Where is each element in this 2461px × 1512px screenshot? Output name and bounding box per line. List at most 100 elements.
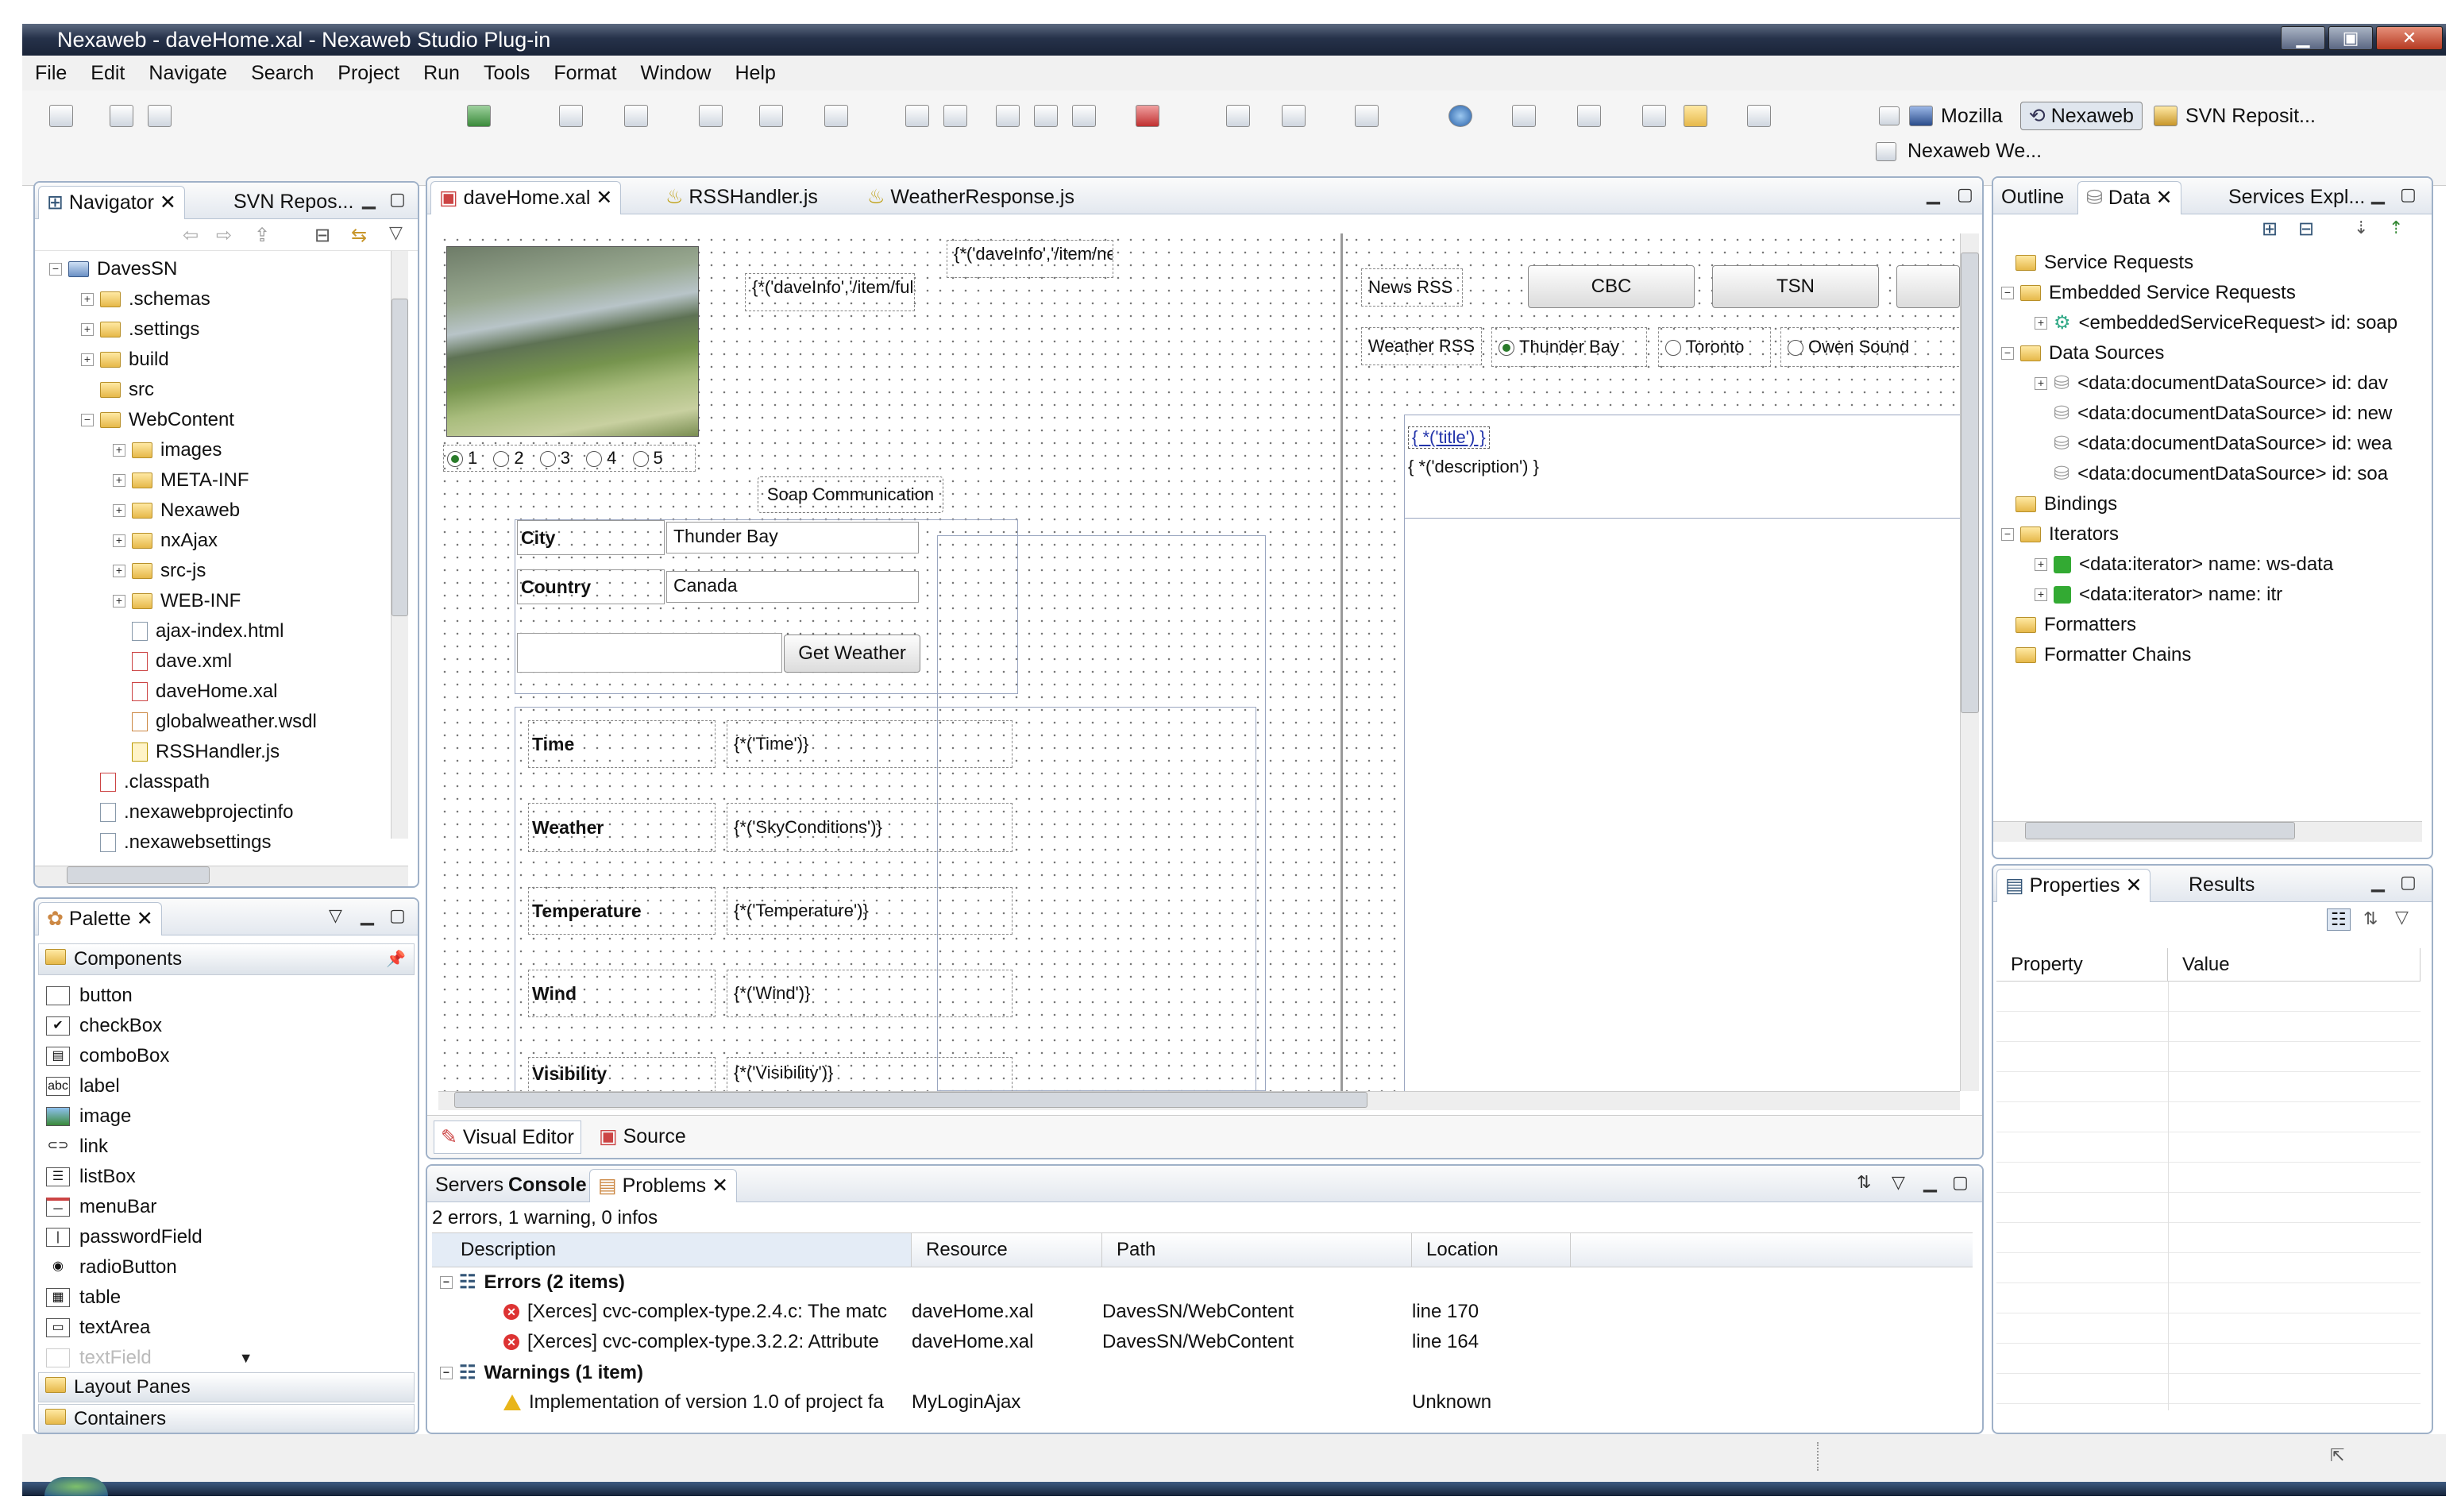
tree-item[interactable]: + <data:iterator> name: ws-data	[2035, 550, 2333, 580]
menu-search[interactable]: Search	[251, 62, 314, 85]
view-menu-icon[interactable]: ▽	[1892, 1172, 1905, 1193]
perspective-mozilla[interactable]: Mozilla	[1941, 105, 2003, 128]
rss-title-link[interactable]: { *('title') }	[1408, 426, 1490, 449]
new-icon[interactable]	[49, 105, 73, 127]
link-editor-icon[interactable]: ⇆	[351, 224, 367, 247]
palette-item-button[interactable]: button	[46, 985, 133, 1007]
tree-item[interactable]: dave.xml	[132, 646, 232, 677]
tab-services-explorer[interactable]: Services Expl...	[2220, 181, 2373, 214]
tab-weatherresponse-js[interactable]: ♨ WeatherResponse.js	[859, 181, 1082, 214]
tab-svn-repos[interactable]: SVN Repos...	[226, 186, 361, 219]
tab-servers[interactable]: Servers	[427, 1169, 511, 1202]
close-icon[interactable]: ✕	[2125, 874, 2142, 897]
tree-item[interactable]: + build	[81, 345, 169, 375]
menu-edit[interactable]: Edit	[91, 62, 125, 85]
paste-icon[interactable]	[1072, 105, 1096, 127]
minimize-icon[interactable]: ▁	[1927, 184, 1940, 205]
perspective-nexaweb-web[interactable]: Nexaweb We...	[1907, 140, 2042, 163]
palette-item-table[interactable]: ▦ table	[46, 1286, 121, 1309]
country-input[interactable]: Canada	[666, 571, 919, 603]
view-menu-icon[interactable]: ▽	[389, 222, 403, 243]
more-news-button[interactable]	[1896, 265, 1960, 308]
tree-item[interactable]: − Embedded Service Requests	[2001, 278, 2296, 308]
menu-format[interactable]: Format	[554, 62, 616, 85]
result-field[interactable]	[517, 633, 782, 673]
radio-toronto[interactable]: Toronto	[1658, 327, 1771, 367]
pin-icon[interactable]	[1282, 105, 1306, 127]
tab-console[interactable]: Console	[500, 1169, 595, 1202]
view-menu-icon[interactable]: ▽	[329, 905, 342, 926]
rectangle-icon[interactable]	[624, 105, 648, 127]
tree-item[interactable]: Service Requests	[2015, 248, 2193, 278]
tab-rsshandler-js[interactable]: ♨ RSSHandler.js	[658, 181, 826, 214]
radio-thunder-bay[interactable]: Thunder Bay	[1491, 327, 1647, 367]
binding-label-1[interactable]: {*('daveInfo','/item/ne	[947, 240, 1113, 278]
tree-item[interactable]: + .settings	[81, 314, 199, 345]
minimize-icon[interactable]: ▁	[2371, 872, 2385, 893]
distribute-icon[interactable]	[824, 105, 848, 127]
tree-item[interactable]: + src-js	[113, 556, 206, 586]
tsn-button[interactable]: TSN	[1712, 265, 1879, 308]
tab-properties[interactable]: ▤ Properties ✕	[1996, 869, 2151, 902]
tab-navigator[interactable]: ⊞ Navigator ✕	[38, 186, 185, 219]
palette-item-checkbox[interactable]: ✔ checkBox	[46, 1015, 162, 1037]
get-weather-button[interactable]: Get Weather	[784, 634, 920, 673]
align-left-icon[interactable]	[699, 105, 723, 127]
forward-icon[interactable]: ⇨	[216, 224, 232, 247]
field-value-wind[interactable]: {*('Wind')}	[727, 970, 1013, 1017]
column-value[interactable]: Value	[2168, 948, 2420, 982]
maximize-icon[interactable]: ▢	[389, 189, 406, 210]
maximize-icon[interactable]: ▢	[1957, 184, 1973, 205]
filter-icon[interactable]: ⇅	[1857, 1172, 1871, 1193]
scroll-down-icon[interactable]: ▼	[239, 1350, 253, 1367]
forward-icon[interactable]	[1747, 105, 1771, 127]
soap-communication-button[interactable]: Soap Communication	[758, 476, 943, 513]
last-edit-icon[interactable]	[1642, 105, 1666, 127]
next-annotation-icon[interactable]	[1512, 105, 1536, 127]
city-input[interactable]: Thunder Bay	[666, 522, 919, 554]
save-icon[interactable]	[110, 105, 133, 127]
tree-item[interactable]: ajax-index.html	[132, 616, 284, 646]
close-icon[interactable]: ✕	[712, 1174, 728, 1197]
tree-item[interactable]: + nxAjax	[113, 526, 218, 556]
editor-hscrollbar[interactable]	[438, 1091, 1960, 1110]
column-location[interactable]: Location	[1412, 1233, 1571, 1267]
radio-owen-sound[interactable]: Owen Sound	[1780, 327, 1960, 367]
field-value-time[interactable]: {*('Time')}	[727, 720, 1013, 768]
palette-item-textarea[interactable]: ▭ textArea	[46, 1317, 150, 1339]
tree-item[interactable]: ⛁ <data:documentDataSource> id: new	[2054, 399, 2392, 429]
undo-icon[interactable]	[905, 105, 929, 127]
close-icon[interactable]: ✕	[160, 191, 176, 214]
palette-item-textfield[interactable]: textField ▼	[46, 1347, 253, 1369]
minimize-button[interactable]: ▁	[2281, 26, 2325, 50]
tab-outline[interactable]: Outline	[1993, 181, 2072, 214]
globe-icon[interactable]	[1448, 105, 1472, 127]
view-menu-icon[interactable]: ▽	[2395, 907, 2409, 928]
tree-item[interactable]: globalweather.wsdl	[132, 707, 317, 737]
tab-results[interactable]: Results	[2181, 869, 2262, 902]
radio-3[interactable]	[539, 451, 556, 468]
tree-item[interactable]: ⛁ <data:documentDataSource> id: wea	[2054, 429, 2392, 459]
redo-icon[interactable]	[943, 105, 967, 127]
radio-2[interactable]	[493, 451, 510, 468]
binding-label-2[interactable]: {*('daveInfo','/item/ful	[745, 273, 915, 311]
close-button[interactable]: ✕	[2376, 26, 2443, 50]
navigator-hscrollbar[interactable]	[35, 866, 408, 886]
open-perspective-icon[interactable]	[1879, 106, 1900, 125]
tree-item[interactable]: + WEB-INF	[113, 586, 241, 616]
perspective-svn[interactable]: SVN Reposit...	[2185, 105, 2316, 128]
column-description[interactable]: Description	[432, 1233, 912, 1267]
tree-item[interactable]: src	[100, 375, 154, 405]
field-value-visibility[interactable]: {*('Visibility')}	[727, 1057, 1013, 1091]
run-icon[interactable]	[467, 105, 491, 127]
minimize-icon[interactable]: ▁	[362, 189, 376, 210]
tab-data[interactable]: ⛁ Data ✕	[2077, 181, 2181, 214]
radio-1[interactable]	[447, 451, 463, 468]
back-icon[interactable]: ⇦	[183, 224, 199, 247]
palette-item-combobox[interactable]: ▤ comboBox	[46, 1045, 169, 1067]
tab-davehome-xal[interactable]: ▣ daveHome.xal ✕	[430, 181, 622, 214]
menu-run[interactable]: Run	[423, 62, 460, 85]
navigator-vscrollbar[interactable]	[391, 251, 408, 839]
palette-item-link[interactable]: ⊂⊃ link	[46, 1136, 108, 1158]
minimize-icon[interactable]: ▁	[2371, 184, 2385, 205]
